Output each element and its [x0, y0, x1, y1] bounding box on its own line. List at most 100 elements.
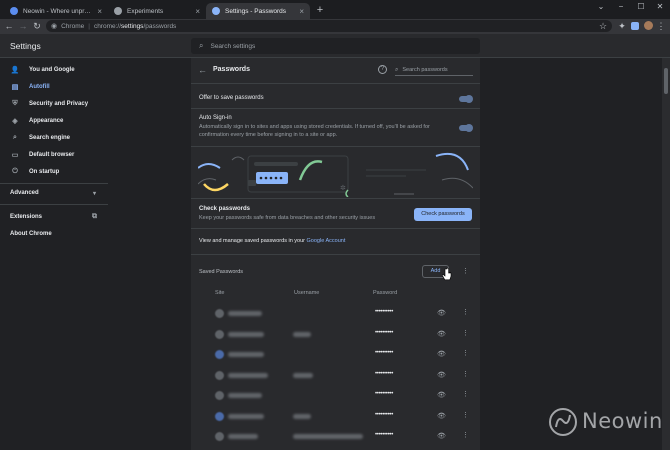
search-placeholder: Search settings [210, 42, 256, 50]
password-mask: •••••••••• [375, 309, 394, 315]
site-favicon-icon [215, 411, 224, 421]
more-vert-icon[interactable]: ⋮ [462, 370, 469, 378]
password-mask: •••••••••• [375, 432, 394, 438]
sidebar-item-label: Extensions [10, 214, 43, 220]
close-tab-icon[interactable]: × [299, 7, 304, 16]
address-bar[interactable]: ◉ Chrome | chrome://settings/passwords [46, 20, 612, 32]
blurred-site-name [228, 413, 264, 419]
close-tab-icon[interactable]: × [195, 7, 200, 16]
sidebar-item-label: You and Google [29, 67, 75, 73]
blurred-username [293, 331, 311, 337]
search-icon: ⌕ [13, 134, 17, 141]
sidebar-item-appearance[interactable]: ◈ Appearance [0, 114, 108, 128]
help-icon[interactable]: ? [378, 65, 387, 74]
divider [191, 83, 480, 84]
page-scrollbar[interactable] [662, 58, 670, 450]
search-settings-input[interactable]: ⌕ Search settings [191, 38, 480, 54]
profile-icon[interactable] [629, 20, 641, 32]
table-row[interactable]: •••••••••• 👁 ⋮ [191, 304, 480, 324]
eye-icon[interactable]: 👁 [437, 412, 446, 420]
auto-signin-toggle[interactable] [459, 123, 473, 132]
eye-icon[interactable]: 👁 [437, 391, 446, 399]
search-icon: ⌕ [395, 66, 399, 73]
tab-experiments[interactable]: Experiments × [108, 3, 206, 19]
more-vert-icon[interactable]: ⋮ [462, 267, 469, 275]
maximize-icon[interactable]: ☐ [632, 0, 650, 14]
palette-icon: ◈ [12, 118, 18, 125]
open-in-new-icon: ⧉ [92, 213, 97, 220]
table-row[interactable]: •••••••••• 👁 ⋮ [191, 407, 480, 427]
table-row[interactable]: •••••••••• 👁 ⋮ [191, 427, 480, 447]
back-icon[interactable]: ← [3, 20, 15, 32]
more-vert-icon[interactable]: ⋮ [462, 411, 469, 419]
sidebar-item-you-and-google[interactable]: 👤 You and Google [0, 63, 108, 77]
sidebar-item-extensions[interactable]: Extensions ⧉ [0, 210, 108, 224]
scrollbar-thumb[interactable] [664, 68, 668, 94]
more-vert-icon[interactable]: ⋮ [462, 329, 469, 337]
eye-icon[interactable]: 👁 [437, 330, 446, 338]
sidebar-item-search-engine[interactable]: ⌕ Search engine [0, 131, 108, 145]
blurred-site-name [228, 393, 262, 398]
neowin-wordmark: Neowin [582, 409, 663, 433]
browser-toolbar: ← → ↻ ◉ Chrome | chrome://settings/passw… [0, 19, 670, 34]
browser-icon: ▭ [11, 152, 19, 159]
sidebar-item-on-startup[interactable]: ⏻ On startup [0, 165, 108, 179]
blurred-username [293, 372, 313, 378]
eye-icon[interactable]: 👁 [437, 350, 446, 358]
tab-search-icon[interactable]: ⌄ [592, 0, 610, 14]
check-passwords-button[interactable]: Check passwords [414, 208, 472, 221]
url-path: /passwords [143, 22, 177, 30]
sidebar-item-security-and-privacy[interactable]: ⛨ Security and Privacy [0, 97, 108, 111]
back-arrow-icon[interactable]: ← [198, 65, 207, 75]
more-vert-icon[interactable]: ⋮ [462, 390, 469, 398]
tab-label: Neowin - Where unprofessional... [23, 7, 92, 15]
offer-to-save-label: Offer to save passwords [199, 95, 264, 101]
reload-icon[interactable]: ↻ [31, 20, 43, 32]
divider [191, 254, 480, 255]
tab-strip: Neowin - Where unprofessional... × Exper… [0, 0, 670, 19]
sidebar: 👤 You and Google ▤ Autofill ⛨ Security a… [0, 58, 108, 450]
site-label: Chrome [61, 22, 85, 30]
sidebar-item-default-browser[interactable]: ▭ Default browser [0, 148, 108, 162]
forward-icon[interactable]: → [17, 20, 29, 32]
sidebar-item-autofill[interactable]: ▤ Autofill [0, 80, 108, 94]
eye-icon[interactable]: 👁 [437, 432, 446, 440]
person-icon: 👤 [10, 67, 20, 74]
passwords-card: ← Passwords ? ⌕ Search passwords Offer t… [191, 58, 480, 450]
avatar[interactable] [642, 20, 654, 32]
close-window-icon[interactable]: ✕ [651, 0, 669, 14]
table-row[interactable]: •••••••••• 👁 ⋮ [191, 366, 480, 386]
tab-neowin[interactable]: Neowin - Where unprofessional... × [4, 3, 108, 19]
divider [191, 198, 480, 199]
search-passwords-input[interactable]: ⌕ Search passwords [395, 65, 473, 76]
neowin-watermark: Neowin [548, 405, 663, 439]
bookmark-star-icon[interactable]: ☆ [597, 20, 609, 32]
extensions-puzzle-icon[interactable]: ✦ [616, 20, 628, 32]
tab-settings[interactable]: Settings - Passwords × [206, 3, 310, 19]
sidebar-item-label: Advanced [10, 190, 39, 196]
chrome-menu-icon[interactable]: ⋮ [655, 20, 667, 32]
eye-icon[interactable]: 👁 [437, 309, 446, 317]
manage-text: View and manage saved passwords in your [199, 238, 307, 244]
table-row[interactable]: •••••••••• 👁 ⋮ [191, 325, 480, 345]
eye-icon[interactable]: 👁 [437, 371, 446, 379]
sidebar-item-advanced[interactable]: Advanced ▾ [0, 186, 108, 200]
new-tab-button[interactable]: + [314, 3, 326, 17]
auto-signin-label: Auto Sign-in [199, 115, 232, 121]
more-vert-icon[interactable]: ⋮ [462, 431, 469, 439]
sidebar-item-about-chrome[interactable]: About Chrome [0, 227, 108, 241]
more-vert-icon[interactable]: ⋮ [462, 308, 469, 316]
more-vert-icon[interactable]: ⋮ [462, 349, 469, 357]
table-row[interactable]: •••••••••• 👁 ⋮ [191, 345, 480, 365]
blurred-username [293, 413, 311, 419]
tab-label: Settings - Passwords [225, 7, 287, 15]
sidebar-item-label: Appearance [29, 118, 64, 124]
chevron-down-icon: ▾ [93, 191, 97, 197]
shield-icon: ⛨ [12, 100, 18, 107]
site-favicon-icon [215, 370, 224, 380]
google-account-link[interactable]: Google Account [307, 238, 346, 244]
close-tab-icon[interactable]: × [97, 7, 102, 16]
offer-to-save-toggle[interactable] [459, 94, 473, 103]
table-row[interactable]: •••••••••• 👁 ⋮ [191, 386, 480, 406]
minimize-icon[interactable]: − [612, 0, 630, 14]
